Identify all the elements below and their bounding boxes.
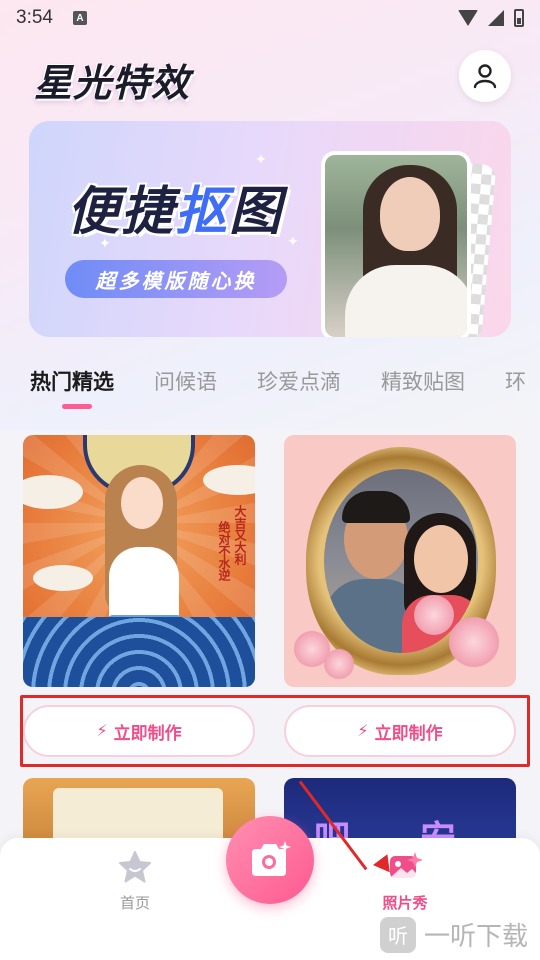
star-icon	[119, 851, 151, 883]
photo-man-hair	[342, 491, 410, 523]
make-now-button[interactable]: ⚡ 立即制作	[23, 705, 255, 757]
sparkle-icon: ✦	[255, 151, 267, 167]
app-title: 星光特效	[34, 63, 191, 105]
watermark: 听 一听下载	[380, 916, 528, 953]
banner-subtitle: 超多模版随心换	[65, 260, 287, 298]
make-now-label: 立即制作	[374, 723, 443, 743]
make-now-label: 立即制作	[113, 723, 182, 743]
banner-headline: 便捷抠图	[67, 169, 283, 244]
tabbar-photo-label: 照片秀	[382, 895, 428, 912]
rose-decoration	[449, 617, 499, 667]
tab-hot-picks[interactable]: 热门精选	[30, 366, 114, 406]
active-tab-indicator	[62, 404, 92, 409]
user-icon	[473, 64, 497, 89]
promo-banner[interactable]: ✦ ✦ ✦ 便捷抠图 超多模版随心换	[29, 121, 511, 337]
tab-stickers[interactable]: 精致贴图	[381, 366, 465, 406]
status-bar: 3:54 A	[0, 0, 540, 36]
status-time: 3:54	[16, 7, 53, 28]
card-slogan-1: 大吉又大利	[233, 505, 247, 565]
banner-headline-text: 图	[229, 183, 284, 241]
banner-headline-highlight: 抠	[175, 183, 230, 241]
tabbar-home[interactable]: 首页	[80, 850, 190, 913]
watermark-text: 一听下载	[424, 921, 529, 951]
card-figure-face	[121, 477, 163, 529]
template-card-mirror[interactable]	[284, 435, 516, 687]
tab-cherished-moments[interactable]: 珍爱点滴	[257, 366, 341, 406]
profile-button[interactable]	[459, 50, 511, 102]
lightning-icon: ⚡	[357, 723, 369, 740]
category-tabs: 热门精选 问候语 珍爱点滴 精致贴图 环	[0, 366, 540, 406]
banner-headline-text: 便捷	[67, 183, 176, 241]
camera-icon	[252, 841, 291, 876]
status-indicators	[458, 9, 524, 27]
tab-partial[interactable]: 环	[505, 366, 526, 406]
signal-icon	[488, 10, 504, 26]
rose-decoration	[414, 595, 454, 635]
photo-woman-face	[414, 525, 468, 593]
watermark-logo: 听	[380, 916, 416, 953]
card-waves	[23, 617, 255, 687]
make-now-button[interactable]: ⚡ 立即制作	[284, 705, 516, 757]
cloud-decoration	[33, 565, 93, 591]
battery-icon	[514, 9, 524, 27]
portrait-body	[345, 265, 467, 337]
notification-icon: A	[72, 11, 87, 25]
tabbar-home-label: 首页	[119, 895, 150, 912]
rose-decoration	[324, 649, 354, 679]
template-card-lucky[interactable]: 大吉又大利 绝对不水逆	[23, 435, 255, 687]
camera-button[interactable]	[226, 816, 314, 904]
tabbar-photo-show[interactable]: 照片秀	[350, 850, 460, 913]
wifi-icon	[458, 10, 478, 26]
sparkle-icon: ✦	[287, 233, 299, 249]
banner-portrait-image	[321, 151, 471, 337]
portrait-face	[380, 177, 440, 251]
card-slogan-2: 绝对不水逆	[217, 521, 231, 581]
lightning-icon: ⚡	[96, 723, 108, 740]
tab-greetings[interactable]: 问候语	[154, 366, 217, 406]
